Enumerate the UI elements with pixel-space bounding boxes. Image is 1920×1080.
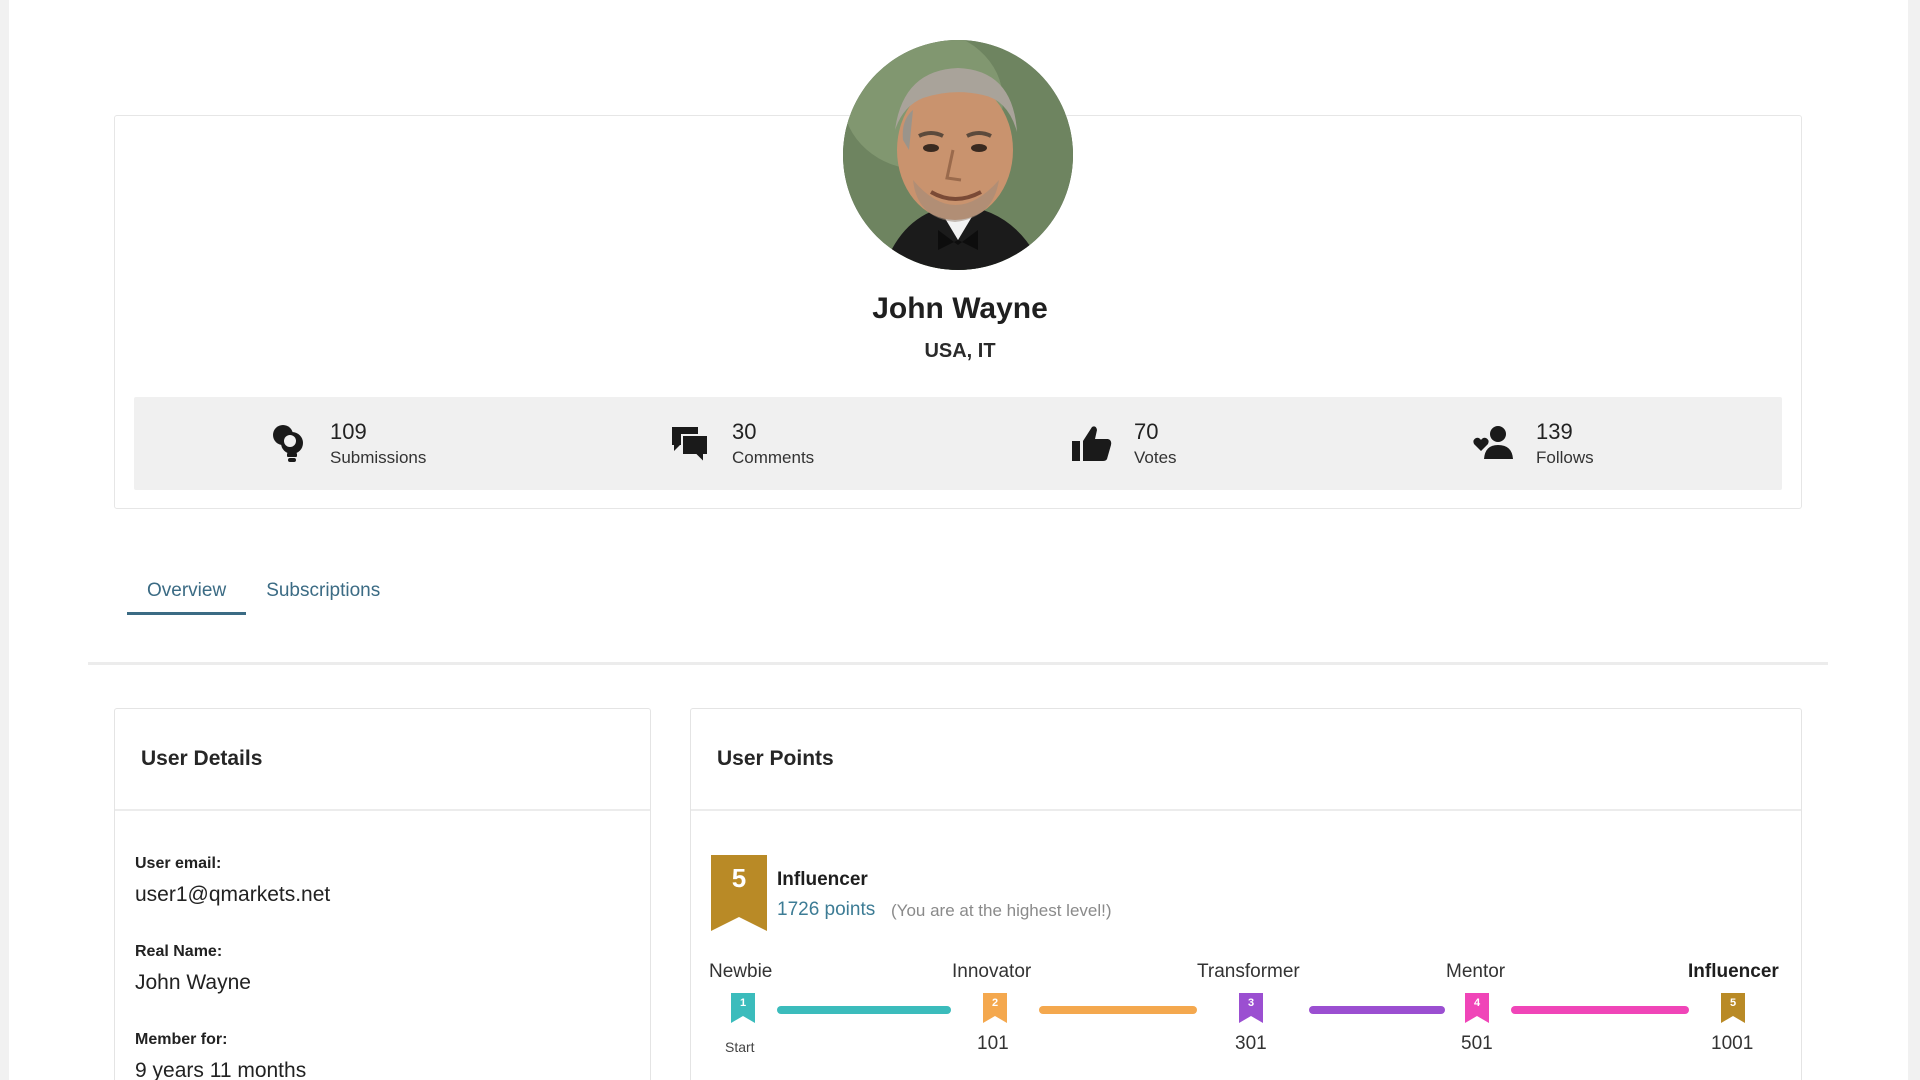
level-badge-number: 5: [731, 863, 747, 893]
submissions-count: 109: [330, 419, 367, 444]
level-line-2: [1039, 1006, 1197, 1014]
thumbs-up-icon: [1068, 419, 1116, 467]
stat-comments[interactable]: 30 Comments: [666, 411, 814, 475]
user-points-panel: User Points 5 Influencer 1726 points (Yo…: [690, 708, 1802, 1080]
real-name-value: John Wayne: [135, 971, 251, 994]
user-heart-icon: [1470, 419, 1518, 467]
level-flag-5: 5: [1721, 993, 1745, 1023]
level-threshold-5: 1001: [1711, 1033, 1754, 1054]
level-line-3: [1309, 1006, 1445, 1014]
current-level-name: Influencer: [777, 869, 868, 890]
follows-count: 139: [1536, 419, 1573, 444]
level-threshold-3: 301: [1235, 1033, 1267, 1054]
level-flag-3: 3: [1239, 993, 1263, 1023]
submissions-label: Submissions: [330, 448, 427, 467]
level-label-innovator: Innovator: [952, 961, 1032, 982]
profile-tabs: Overview Subscriptions: [127, 575, 400, 615]
tab-subscriptions[interactable]: Subscriptions: [246, 575, 400, 615]
lightbulb-icon: [264, 419, 312, 467]
page-edge-right: [1908, 0, 1920, 1080]
tab-overview[interactable]: Overview: [127, 575, 247, 615]
section-divider: [88, 662, 1828, 665]
page-edge-left: [0, 0, 9, 1080]
comments-label: Comments: [732, 448, 815, 467]
email-label: User email:: [135, 855, 222, 872]
level-badge: 5: [711, 855, 767, 931]
level-label-influencer: Influencer: [1688, 961, 1779, 982]
user-details-panel: User Details User email: user1@qmarkets.…: [114, 708, 651, 1080]
comments-icon: [666, 419, 714, 467]
level-note: (You are at the highest level!): [891, 901, 1112, 920]
stats-bar: 109 Submissions 30 Comments 70 Votes 139…: [134, 397, 1782, 490]
votes-count: 70: [1134, 419, 1159, 444]
stat-follows[interactable]: 139 Follows: [1470, 411, 1594, 475]
comments-count: 30: [732, 419, 757, 444]
user-location: USA, IT: [924, 340, 996, 362]
level-flag-4: 4: [1465, 993, 1489, 1023]
email-value: user1@qmarkets.net: [135, 883, 331, 906]
level-threshold-1: Start: [725, 1039, 755, 1055]
user-points-title: User Points: [691, 709, 1801, 811]
level-line-1: [777, 1006, 951, 1014]
member-for-label: Member for:: [135, 1031, 228, 1048]
level-flag-1: 1: [731, 993, 755, 1023]
level-label-transformer: Transformer: [1197, 961, 1300, 982]
level-flag-2: 2: [983, 993, 1007, 1023]
stat-submissions[interactable]: 109 Submissions: [264, 411, 426, 475]
current-points: 1726 points: [777, 899, 876, 920]
user-name: John Wayne: [872, 292, 1048, 325]
stat-votes[interactable]: 70 Votes: [1068, 411, 1177, 475]
avatar: [843, 40, 1073, 270]
follows-label: Follows: [1536, 448, 1594, 467]
level-line-4: [1511, 1006, 1689, 1014]
level-threshold-4: 501: [1461, 1033, 1493, 1054]
level-label-mentor: Mentor: [1446, 961, 1506, 982]
votes-label: Votes: [1134, 448, 1177, 467]
real-name-label: Real Name:: [135, 943, 223, 960]
level-threshold-2: 101: [977, 1033, 1009, 1054]
user-details-title: User Details: [115, 709, 650, 811]
member-for-value: 9 years 11 months: [135, 1059, 307, 1080]
avatar-portrait: [843, 40, 1073, 270]
level-label-newbie: Newbie: [709, 961, 773, 982]
